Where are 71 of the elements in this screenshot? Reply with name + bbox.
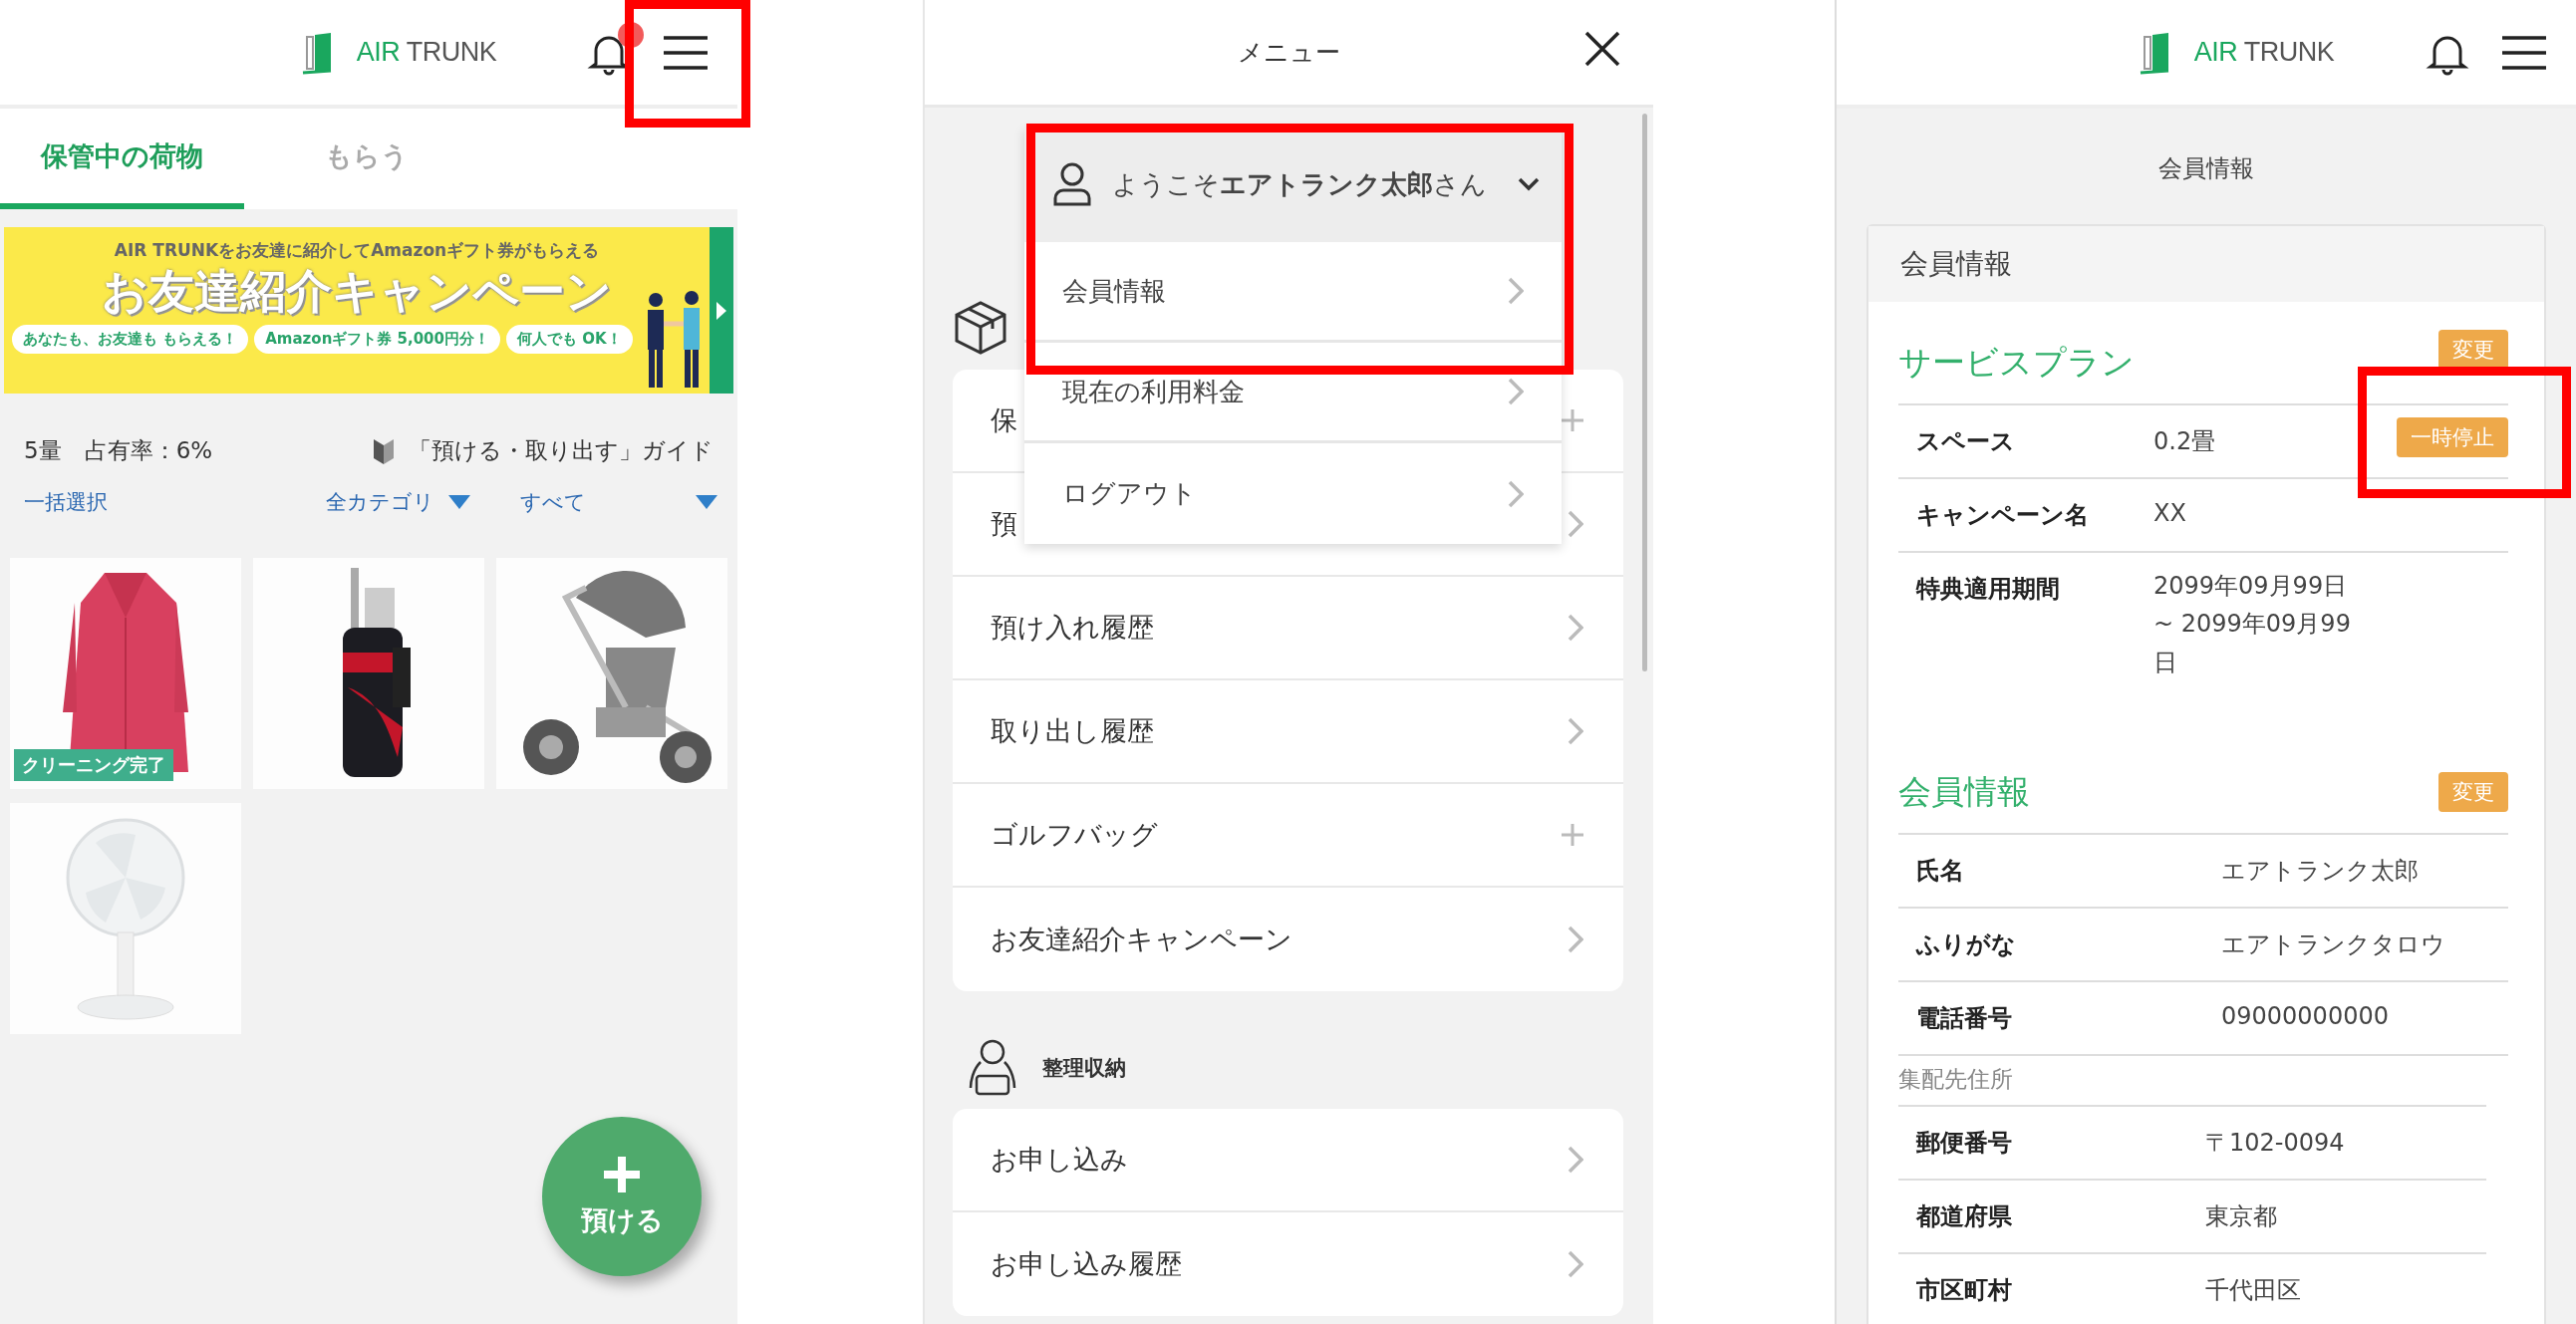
- account-menu-item[interactable]: 現在の利用料金: [1024, 343, 1562, 443]
- guide-link[interactable]: 「預ける・取り出す」ガイド: [409, 435, 714, 466]
- logo-wordmark: AIR TRUNK: [356, 37, 497, 68]
- account-menu-toggle[interactable]: ようこそエアトランク太郎さん: [1024, 127, 1562, 242]
- plus-icon: [1562, 824, 1583, 846]
- banner-pill: あなたも、お友達も もらえる！: [12, 325, 249, 355]
- caret-icon: [448, 495, 470, 509]
- field-label: 市区町村: [1916, 1275, 2013, 1307]
- plus-icon: [602, 1155, 642, 1194]
- field-value: 千代田区: [2205, 1275, 2302, 1307]
- account-menu-item[interactable]: 会員情報: [1024, 242, 1562, 343]
- field-value: XX: [2153, 499, 2187, 527]
- beginner-mark-icon: [373, 436, 395, 465]
- campaign-banner[interactable]: AIR TRUNKをお友達に紹介してAmazonギフト券がもらえる お友達紹介キャンペーン あなたも、お友達も もらえる！ Amazonギフト券 5,000円分！ 何人でも OK！: [4, 227, 733, 394]
- chevron-right-icon: [1508, 378, 1524, 405]
- menu-item[interactable]: お申し込み履歴: [953, 1212, 1623, 1316]
- status-badge: クリーニング完了: [14, 749, 173, 781]
- field-label: 都道府県: [1916, 1201, 2013, 1233]
- menu-title: メニュー: [1238, 37, 1340, 69]
- field-value: エアトランク太郎: [2221, 856, 2420, 888]
- plus-icon: [1562, 409, 1583, 431]
- field-label: スペース: [1916, 426, 2016, 457]
- filter-dropdown[interactable]: すべて: [520, 488, 717, 516]
- chevron-right-icon: [1508, 479, 1524, 508]
- field-value: 09000000000: [2221, 1002, 2390, 1031]
- menu-item[interactable]: ゴルフバッグ: [953, 784, 1623, 888]
- chevron-right-icon: [1568, 717, 1583, 745]
- close-icon[interactable]: [1583, 30, 1621, 68]
- field-label: 氏名: [1916, 856, 1965, 888]
- chevron-right-icon: [1568, 510, 1583, 538]
- section-title: 会員情報: [1898, 770, 2030, 813]
- menu-item[interactable]: お友達紹介キャンペーン: [953, 888, 1623, 991]
- banner-pill: Amazonギフト券 5,000円分！: [254, 325, 500, 355]
- field-label: 郵便番号: [1916, 1128, 2013, 1160]
- banner-title: お友達紹介キャンペーン: [102, 264, 612, 320]
- account-menu-item[interactable]: ログアウト: [1024, 443, 1562, 544]
- next-arrow-icon[interactable]: [716, 301, 726, 320]
- page-title: 会員情報: [2158, 153, 2254, 184]
- chevron-right-icon: [1568, 1250, 1583, 1278]
- section-title: サービスプラン: [1898, 341, 2135, 384]
- filter-dropdown[interactable]: 全カテゴリ: [326, 488, 470, 516]
- logo-wordmark: AIR TRUNK: [2193, 37, 2335, 68]
- menu-item[interactable]: 取り出し履歴: [953, 680, 1623, 784]
- banner-headline: AIR TRUNKをお友達に紹介してAmazonギフト券がもらえる: [114, 239, 600, 262]
- usage-text: 5量 占有率：6%: [24, 436, 213, 465]
- chevron-right-icon: [1568, 926, 1583, 953]
- card-title: 会員情報: [1900, 246, 2012, 282]
- field-label: キャンペーン名: [1916, 500, 2090, 531]
- menu-item[interactable]: お申し込み: [953, 1109, 1623, 1212]
- select-all-link[interactable]: 一括選択: [24, 488, 108, 516]
- field-value: 2099年09月99日 ~ 2099年09月99日: [2153, 571, 2352, 678]
- user-icon: [1052, 161, 1092, 207]
- section-label: 整理収納: [1042, 1055, 1126, 1082]
- subsection-label: 集配先住所: [1898, 1064, 2486, 1108]
- caret-icon: [696, 495, 717, 509]
- chevron-right-icon: [1568, 614, 1583, 642]
- field-label: ふりがな: [1916, 929, 2017, 961]
- scrollbar[interactable]: [1642, 114, 1647, 671]
- field-label: 特典適用期間: [1916, 574, 2061, 605]
- chevron-right-icon: [1508, 277, 1524, 305]
- field-value: エアトランクタロウ: [2221, 929, 2446, 961]
- chevron-right-icon: [1568, 1146, 1583, 1174]
- field-value: 〒102-0094: [2205, 1128, 2346, 1160]
- field-value: 0.2畳: [2153, 426, 2217, 457]
- menu-item[interactable]: 預け入れ履歴: [953, 577, 1623, 680]
- box-icon: [953, 299, 1008, 355]
- field-label: 電話番号: [1916, 1003, 2013, 1035]
- banner-pill: 何人でも OK！: [506, 325, 633, 355]
- field-value: 東京都: [2205, 1201, 2278, 1233]
- chevron-down-icon: [1518, 177, 1540, 191]
- person-with-box-icon: [967, 1038, 1018, 1098]
